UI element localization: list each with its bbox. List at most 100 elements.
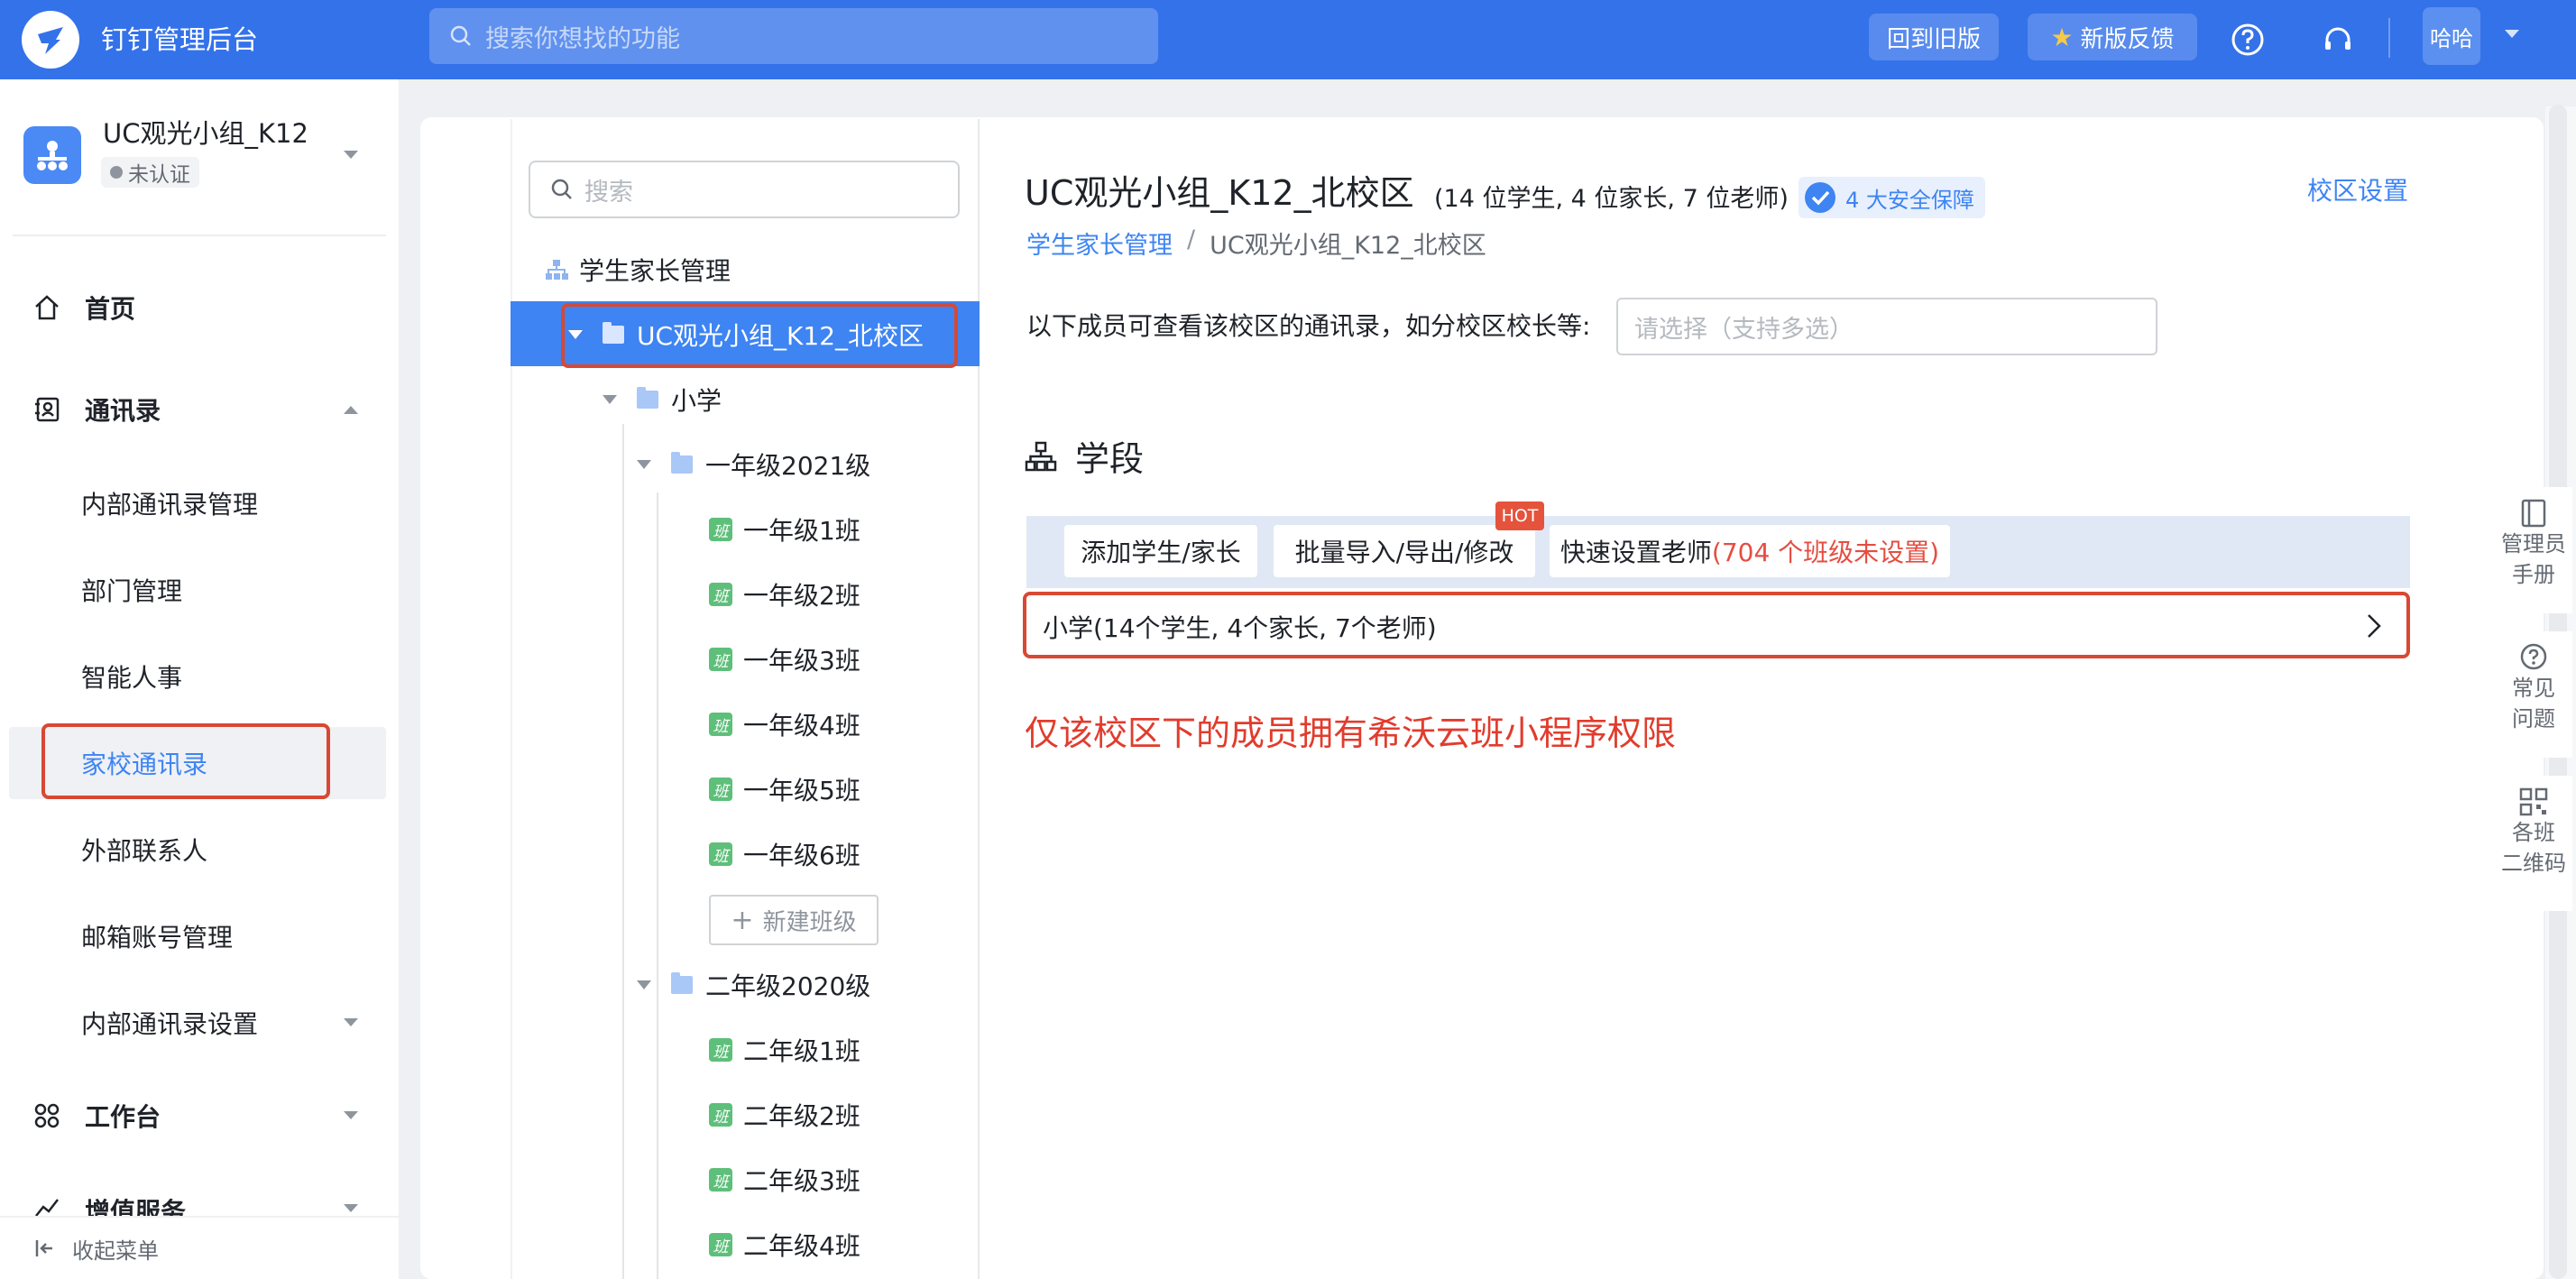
- viewers-placeholder: 请选择（支持多选）: [1634, 315, 1854, 344]
- hot-badge: HOT: [1495, 501, 1544, 530]
- annotation-note: 仅该校区下的成员拥有希沃云班小程序权限: [1025, 713, 1677, 753]
- caret-down-icon: [344, 1204, 358, 1212]
- tree-guide-line: [622, 424, 624, 1279]
- tree-search-input[interactable]: 搜索: [529, 161, 960, 218]
- add-student-parent-button[interactable]: 添加学生/家长: [1064, 525, 1257, 577]
- admin-manual-button[interactable]: 管理员 手册: [2495, 487, 2572, 613]
- folder-icon: [637, 387, 658, 409]
- workbench-icon: [34, 1103, 60, 1128]
- search-icon: [450, 25, 471, 46]
- bulk-import-export-button[interactable]: 批量导入/导出/修改: [1274, 525, 1535, 577]
- expand-triangle-icon[interactable]: [603, 395, 617, 404]
- tree-node-class[interactable]: 班一年级1班: [709, 502, 860, 557]
- class-tag-icon: 班: [709, 842, 732, 866]
- breadcrumb-current: UC观光小组_K12_北校区: [1210, 232, 1486, 260]
- security-guarantee-tag[interactable]: 4 大安全保障: [1799, 177, 1985, 218]
- sidebar-item-contacts-settings[interactable]: 内部通讯录设置: [0, 996, 399, 1050]
- campus-settings-link[interactable]: 校区设置: [2307, 171, 2408, 207]
- tree-node-grade[interactable]: 二年级2020级: [637, 958, 870, 1012]
- class-tag-icon: 班: [709, 1103, 732, 1127]
- breadcrumb: 学生家长管理 / UC观光小组_K12_北校区: [1026, 225, 1486, 261]
- global-search-input[interactable]: 搜索你想找的功能: [429, 8, 1158, 64]
- class-tag-icon: 班: [709, 1038, 732, 1062]
- tree-node-class[interactable]: 班二年级4班: [709, 1218, 860, 1272]
- tree-guide-line: [657, 492, 658, 1279]
- contacts-icon: [35, 397, 60, 422]
- collapse-label: 收起菜单: [72, 1238, 159, 1264]
- new-class-label: 新建班级: [762, 908, 857, 936]
- unset-classes-count: (704 个班级未设置): [1711, 538, 1940, 567]
- section-title-label: 学段: [1075, 439, 1145, 479]
- tree-node-label: 小学: [671, 386, 722, 416]
- sidebar-item-label: 智能人事: [81, 663, 183, 693]
- tree-node-class[interactable]: 班二年级3班: [709, 1153, 860, 1207]
- faq-button[interactable]: 常见 问题: [2495, 631, 2572, 758]
- tree-node-class[interactable]: 班一年级3班: [709, 632, 860, 686]
- sidebar-item-home[interactable]: 首页: [0, 281, 399, 335]
- expand-triangle-icon[interactable]: [637, 980, 651, 989]
- tree-node-class[interactable]: 班二年级1班: [709, 1023, 860, 1077]
- class-tag-icon: 班: [709, 518, 732, 541]
- expand-triangle-icon[interactable]: [637, 460, 651, 469]
- tree-node-label: 二年级2020级: [705, 971, 871, 1001]
- tree-root-label: 学生家长管理: [579, 256, 731, 286]
- tree-node-stage[interactable]: 小学: [603, 373, 722, 427]
- sidebar-item-contacts[interactable]: 通讯录: [0, 382, 399, 437]
- sidebar-item-label: 工作台: [85, 1102, 161, 1132]
- class-tag-icon: 班: [709, 1168, 732, 1192]
- tree-node-class[interactable]: 班一年级2班: [709, 567, 860, 621]
- dingtalk-logo-icon[interactable]: [22, 11, 79, 69]
- certification-badge: 未认证: [101, 157, 199, 188]
- highlight-box: [41, 723, 330, 799]
- back-to-old-version-button[interactable]: 回到旧版: [1869, 14, 1999, 60]
- tree-node-class[interactable]: 班一年级5班: [709, 762, 860, 816]
- sidebar-item-external[interactable]: 外部联系人: [0, 823, 399, 877]
- org-logo-icon: [23, 126, 81, 184]
- new-version-feedback-button[interactable]: ★ 新版反馈: [2028, 14, 2197, 60]
- org-structure-icon: [546, 260, 568, 280]
- caret-down-icon: [344, 1111, 358, 1119]
- sidebar-item-label: 部门管理: [81, 576, 183, 606]
- class-qrcode-button[interactable]: 各班 二维码: [2495, 776, 2572, 911]
- class-tag-icon: 班: [709, 648, 732, 671]
- topbar-divider: [2388, 18, 2390, 58]
- caret-down-icon[interactable]: [2504, 29, 2520, 40]
- collapse-menu-button[interactable]: 收起菜单: [0, 1216, 399, 1279]
- rail-label: 问题: [2512, 706, 2555, 732]
- tree-node-class[interactable]: 班二年级2班: [709, 1088, 860, 1142]
- new-class-button[interactable]: + 新建班级: [709, 895, 879, 945]
- sidebar-item-value-added[interactable]: 增值服务: [0, 1183, 399, 1216]
- sidebar-item-internal-contacts[interactable]: 内部通讯录管理: [0, 476, 399, 530]
- folder-icon: [671, 452, 693, 474]
- tree-root-node[interactable]: 学生家长管理: [545, 247, 731, 292]
- breadcrumb-link[interactable]: 学生家长管理: [1026, 225, 1173, 261]
- org-structure-icon: [1025, 441, 1057, 471]
- customer-service-icon[interactable]: [2320, 22, 2356, 58]
- tree-node-label: 一年级1班: [743, 516, 860, 546]
- class-tag-icon: 班: [709, 1233, 732, 1256]
- quick-set-teacher-button[interactable]: 快速设置老师 (704 个班级未设置): [1550, 525, 1950, 577]
- tree-node-grade[interactable]: 一年级2021级: [637, 437, 870, 492]
- viewers-multi-select[interactable]: 请选择（支持多选）: [1616, 298, 2157, 355]
- org-switch-caret-icon[interactable]: [343, 150, 359, 161]
- org-name[interactable]: UC观光小组_K12: [103, 115, 308, 152]
- tree-node-class[interactable]: 班一年级4班: [709, 697, 860, 751]
- user-avatar[interactable]: 哈哈: [2423, 7, 2480, 65]
- class-tag-icon: 班: [709, 713, 732, 736]
- highlight-box: [561, 303, 958, 368]
- tree-node-class[interactable]: 班一年级6班: [709, 827, 860, 881]
- tree-node-label: 二年级2班: [743, 1101, 860, 1131]
- sidebar-item-workbench[interactable]: 工作台: [0, 1089, 399, 1143]
- sidebar-item-mailbox[interactable]: 邮箱账号管理: [0, 909, 399, 963]
- campus-stats: (14 位学生, 4 位家长, 7 位老师): [1434, 185, 1789, 213]
- class-tag-icon: 班: [709, 583, 732, 606]
- help-icon[interactable]: [2230, 22, 2266, 58]
- sidebar-item-label: 通讯录: [85, 396, 161, 426]
- quick-set-label: 快速设置老师: [1559, 538, 1712, 567]
- caret-up-icon: [344, 406, 358, 414]
- folder-icon: [671, 972, 693, 994]
- sidebar-item-label: 邮箱账号管理: [81, 923, 234, 952]
- sidebar-item-smart-hr[interactable]: 智能人事: [0, 649, 399, 704]
- breadcrumb-separator: /: [1187, 225, 1196, 253]
- sidebar-item-department[interactable]: 部门管理: [0, 563, 399, 617]
